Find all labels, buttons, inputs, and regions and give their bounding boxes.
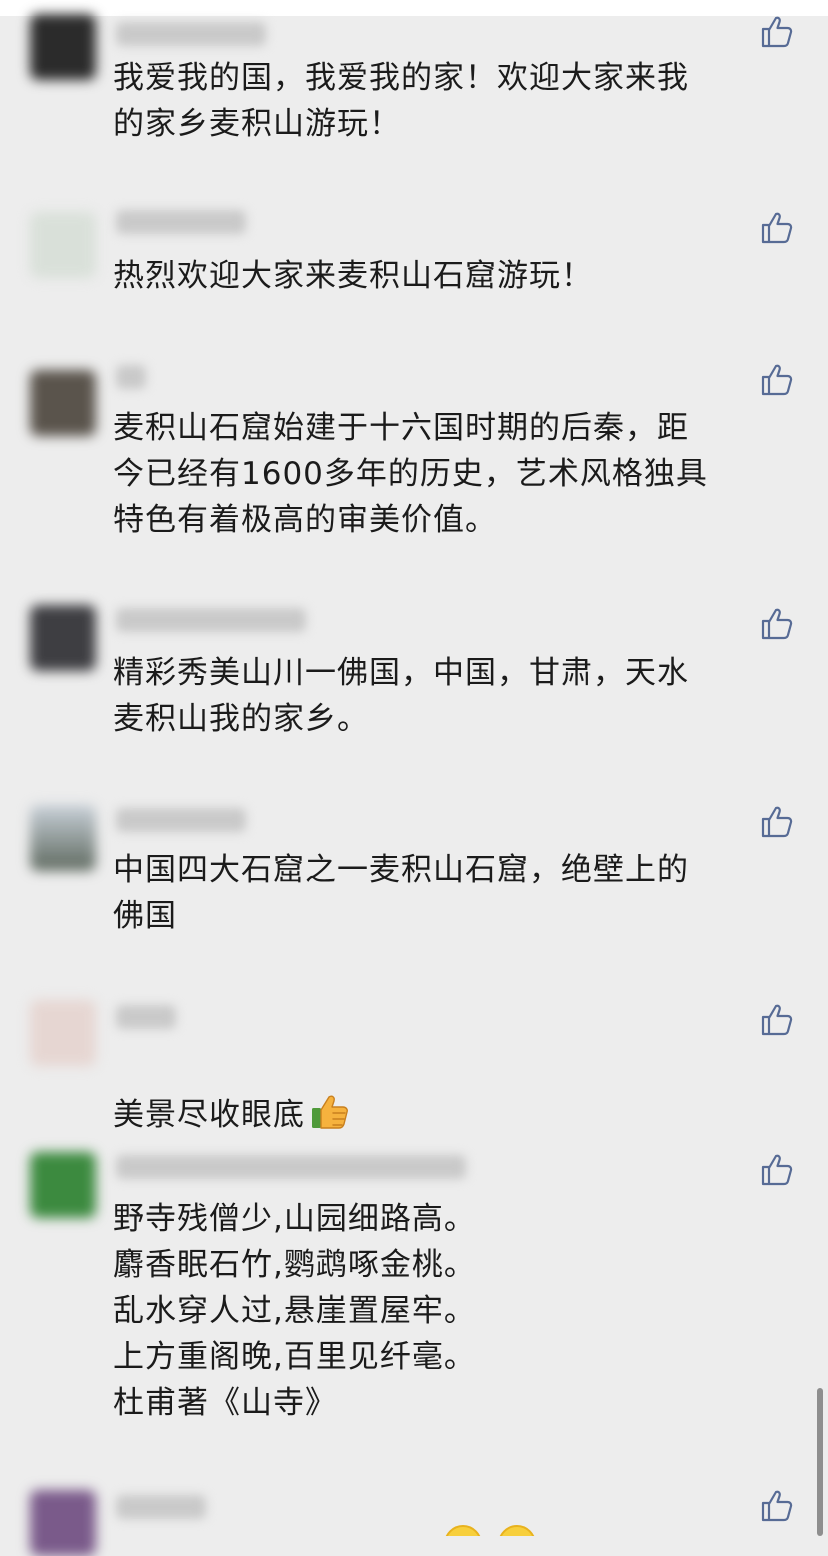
emoji-row-partial bbox=[444, 1525, 594, 1536]
comment-text: 野寺残僧少,山园细路高。 麝香眠石竹,鹦鹉啄金桃。 乱水穿人过,悬崖置屋牢。 上… bbox=[113, 1201, 476, 1421]
thumbs-up-outline-icon bbox=[761, 1154, 793, 1186]
smiley-emoji bbox=[444, 1525, 482, 1536]
thumbs-up-emoji bbox=[309, 1091, 351, 1133]
avatar[interactable] bbox=[30, 805, 96, 871]
comment-text: 我爱我的国，我爱我的家！欢迎大家来我 的家乡麦积山游玩！ bbox=[113, 60, 689, 142]
comment-text: 麦积山石窟始建于十六国时期的后秦，距 今已经有1600多年的历史，艺术风格独具 … bbox=[113, 410, 708, 538]
thumbs-up-outline-icon bbox=[761, 212, 793, 244]
nickname-blurred bbox=[116, 1005, 176, 1029]
nickname-blurred bbox=[116, 210, 246, 234]
like-button[interactable] bbox=[759, 1488, 795, 1524]
comment-text: 精彩秀美山川一佛国，中国，甘肃，天水 麦积山我的家乡。 bbox=[113, 655, 689, 737]
thumbs-up-outline-icon bbox=[761, 16, 793, 48]
nickname-blurred bbox=[116, 365, 146, 389]
thumbs-up-outline-icon bbox=[761, 806, 793, 838]
nickname-blurred bbox=[116, 608, 306, 632]
thumbs-up-outline-icon bbox=[761, 1004, 793, 1036]
thumbs-up-outline-icon bbox=[761, 364, 793, 396]
nickname-blurred bbox=[116, 22, 266, 46]
comment-text: 中国四大石窟之一麦积山石窟，绝壁上的 佛国 bbox=[113, 852, 689, 934]
nickname-blurred bbox=[116, 1495, 206, 1519]
nickname-blurred bbox=[116, 808, 246, 832]
like-button[interactable] bbox=[759, 1002, 795, 1038]
smiley-emoji bbox=[498, 1525, 536, 1536]
avatar[interactable] bbox=[30, 212, 96, 278]
comment-text: 美景尽收眼底 bbox=[113, 1097, 305, 1133]
avatar[interactable] bbox=[30, 1490, 96, 1556]
avatar[interactable] bbox=[30, 370, 96, 436]
comment-text: 热烈欢迎大家来麦积山石窟游玩！ bbox=[113, 258, 593, 294]
like-button[interactable] bbox=[759, 210, 795, 246]
avatar[interactable] bbox=[30, 605, 96, 671]
thumbs-up-outline-icon bbox=[761, 608, 793, 640]
like-button[interactable] bbox=[759, 1152, 795, 1188]
like-button[interactable] bbox=[759, 804, 795, 840]
nickname-blurred bbox=[116, 1155, 466, 1179]
like-button[interactable] bbox=[759, 362, 795, 398]
avatar[interactable] bbox=[30, 1152, 96, 1218]
comment-list: 我爱我的国，我爱我的家！欢迎大家来我 的家乡麦积山游玩！ 热烈欢迎大家来麦积山石… bbox=[0, 0, 828, 1556]
like-button[interactable] bbox=[759, 14, 795, 50]
avatar[interactable] bbox=[30, 1000, 96, 1066]
avatar[interactable] bbox=[30, 14, 96, 80]
like-button[interactable] bbox=[759, 606, 795, 642]
thumbs-up-outline-icon bbox=[761, 1490, 793, 1522]
scrollbar[interactable] bbox=[817, 1388, 823, 1536]
comment-text-line: 美景尽收眼底 bbox=[113, 1045, 783, 1138]
